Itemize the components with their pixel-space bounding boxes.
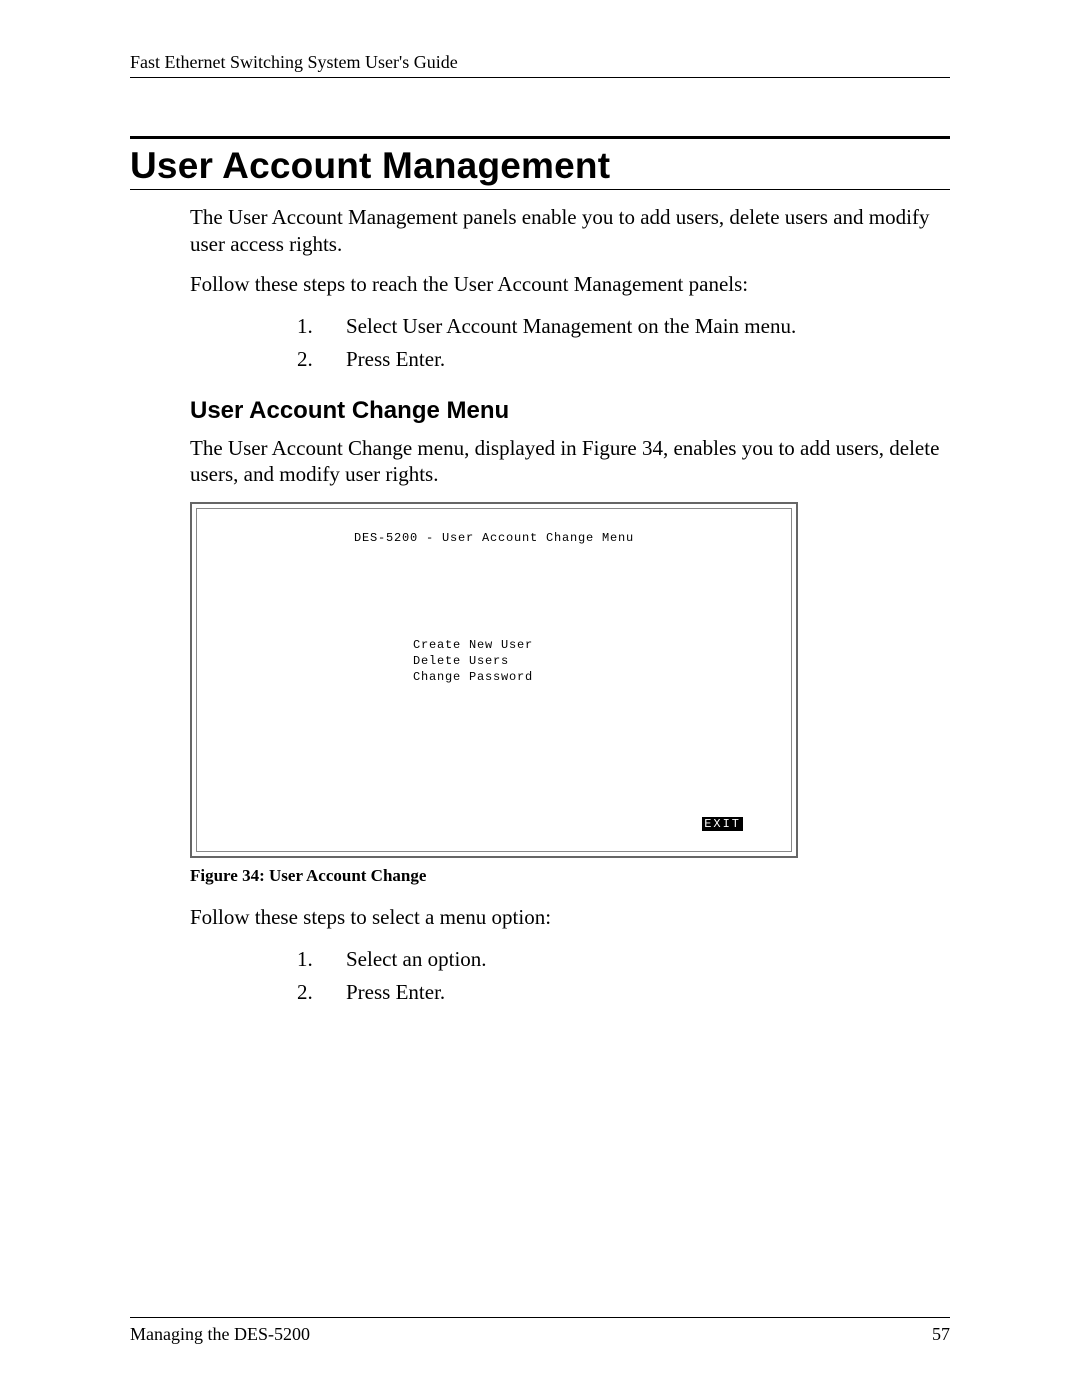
footer-page-number: 57 bbox=[932, 1324, 950, 1345]
footer-rule bbox=[130, 1317, 950, 1318]
step-item: Select User Account Management on the Ma… bbox=[318, 312, 950, 341]
terminal-menu-item: Create New User bbox=[413, 637, 533, 653]
terminal-menu-item: Delete Users bbox=[413, 653, 533, 669]
section-title: User Account Management bbox=[130, 145, 950, 187]
section-body: The User Account Management panels enabl… bbox=[190, 204, 950, 1008]
page-footer: Managing the DES-5200 57 bbox=[130, 1317, 950, 1345]
step-item: Select an option. bbox=[318, 945, 950, 974]
running-header: Fast Ethernet Switching System User's Gu… bbox=[130, 52, 950, 73]
terminal-exit-button: EXIT bbox=[702, 817, 743, 831]
steps-lead-in: Follow these steps to reach the User Acc… bbox=[190, 271, 950, 298]
terminal-title: DES-5200 - User Account Change Menu bbox=[197, 531, 791, 545]
subsection-intro: The User Account Change menu, displayed … bbox=[190, 435, 950, 488]
post-figure-lead-in: Follow these steps to select a menu opti… bbox=[190, 904, 950, 931]
subsection-title: User Account Change Menu bbox=[190, 397, 950, 425]
footer-chapter: Managing the DES-5200 bbox=[130, 1324, 310, 1345]
intro-paragraph: The User Account Management panels enabl… bbox=[190, 204, 950, 257]
step-item: Press Enter. bbox=[318, 978, 950, 1007]
terminal-screen: DES-5200 - User Account Change Menu Crea… bbox=[196, 508, 792, 852]
step-item: Press Enter. bbox=[318, 345, 950, 374]
post-figure-steps-list: Select an option. Press Enter. bbox=[190, 945, 950, 1008]
figure-caption: Figure 34: User Account Change bbox=[190, 866, 950, 886]
terminal-screenshot: DES-5200 - User Account Change Menu Crea… bbox=[190, 502, 798, 858]
terminal-menu: Create New User Delete Users Change Pass… bbox=[413, 637, 533, 686]
header-rule bbox=[130, 77, 950, 78]
section-rule-top bbox=[130, 136, 950, 139]
steps-list: Select User Account Management on the Ma… bbox=[190, 312, 950, 375]
terminal-menu-item: Change Password bbox=[413, 669, 533, 685]
document-page: Fast Ethernet Switching System User's Gu… bbox=[0, 0, 1080, 1397]
section-rule-bottom bbox=[130, 189, 950, 190]
